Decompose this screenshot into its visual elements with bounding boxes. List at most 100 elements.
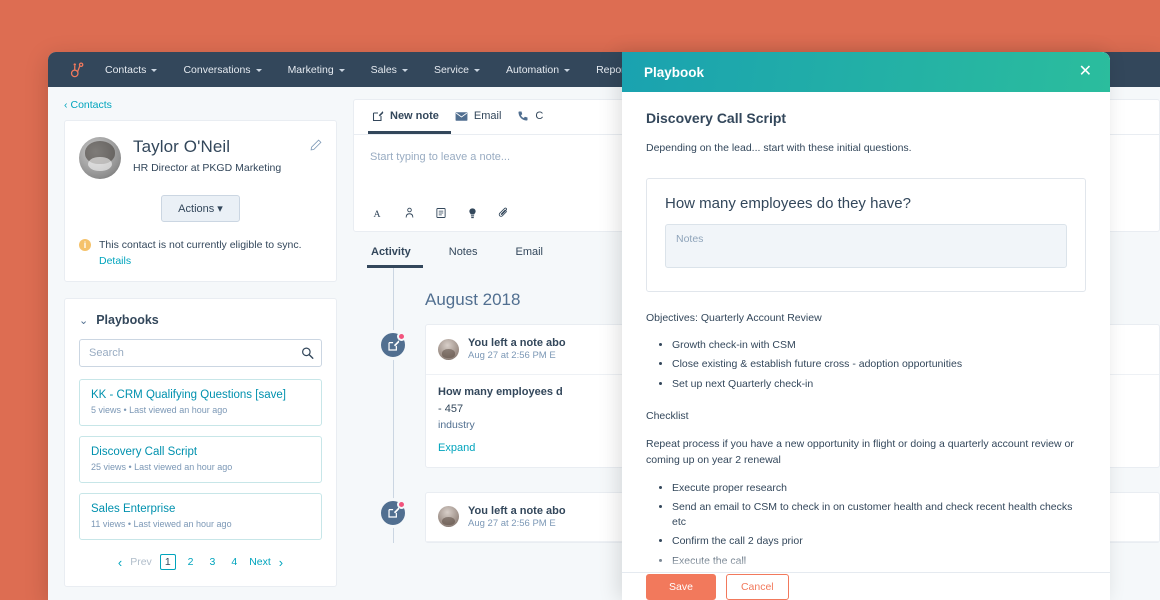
checklist-item: Confirm the call 2 days prior xyxy=(672,534,1086,549)
pagination-next-label[interactable]: Next xyxy=(249,556,271,568)
tab-label: Email xyxy=(515,246,544,258)
search-input[interactable] xyxy=(79,339,322,368)
nav-item-automation[interactable]: Automation xyxy=(493,64,583,76)
pagination-prev-arrow-icon[interactable]: ‹ xyxy=(118,556,122,569)
pagination-prev-label[interactable]: Prev xyxy=(130,556,152,568)
playbook-meta: 5 views • Last viewed an hour ago xyxy=(91,405,228,416)
timeline-entry-time: Aug 27 at 2:56 PM E xyxy=(468,517,556,529)
chevron-down-icon xyxy=(564,69,571,72)
unread-dot xyxy=(397,499,406,509)
contact-role: HR Director at PKGD Marketing xyxy=(133,162,282,174)
checklist-intro: Repeat process if you have a new opportu… xyxy=(646,438,1074,467)
breadcrumb[interactable]: ‹ Contacts xyxy=(64,99,337,111)
checklist-label: Checklist xyxy=(646,409,689,422)
lightbulb-icon[interactable] xyxy=(467,207,478,220)
person-icon[interactable] xyxy=(404,207,415,220)
nav-label: Sales xyxy=(370,63,397,76)
objective-item: Close existing & establish future cross … xyxy=(672,357,1086,372)
checklist-item: Execute the call xyxy=(672,554,1086,569)
search-icon[interactable] xyxy=(301,347,314,360)
svg-text:A: A xyxy=(374,209,381,219)
paperclip-icon[interactable] xyxy=(498,207,510,220)
font-icon[interactable]: A xyxy=(372,207,384,220)
playbook-panel: Playbook ✕ Discovery Call Script Dependi… xyxy=(622,52,1110,600)
nav-label: Marketing xyxy=(287,63,334,76)
playbook-title: KK - CRM Qualifying Questions [save] xyxy=(91,389,286,402)
playbooks-title: Playbooks xyxy=(96,313,159,328)
nav-label: Automation xyxy=(505,63,560,76)
pagination-page-2[interactable]: 2 xyxy=(184,555,198,569)
playbook-panel-content[interactable]: Discovery Call Script Depending on the l… xyxy=(622,92,1110,572)
tab-label: Notes xyxy=(448,246,478,258)
playbook-heading: Discovery Call Script xyxy=(646,110,787,126)
playbook-title: Sales Enterprise xyxy=(91,503,176,516)
close-icon[interactable]: ✕ xyxy=(1079,64,1092,80)
chevron-left-icon: ‹ xyxy=(64,99,68,111)
tab-activity[interactable]: Activity xyxy=(367,240,423,268)
tab-call[interactable]: C xyxy=(513,100,555,134)
playbook-title: Discovery Call Script xyxy=(91,446,198,459)
playbook-list-item[interactable]: Discovery Call Script 25 views • Last vi… xyxy=(79,436,322,484)
contact-card: Taylor O'Neil HR Director at PKGD Market… xyxy=(64,120,337,283)
nav-item-contacts[interactable]: Contacts xyxy=(92,64,170,76)
objective-item: Growth check-in with CSM xyxy=(672,338,1086,353)
document-icon[interactable] xyxy=(435,207,447,220)
cancel-button[interactable]: Cancel xyxy=(725,573,789,600)
playbooks-card: ⌄ Playbooks KK - CRM Qualifying Question… xyxy=(64,298,337,588)
nav-item-marketing[interactable]: Marketing xyxy=(275,64,358,76)
pagination-page-1[interactable]: 1 xyxy=(159,554,176,571)
playbook-panel-title: Playbook xyxy=(644,64,705,80)
info-icon: i xyxy=(79,239,91,251)
tab-new-note[interactable]: New note xyxy=(368,100,451,134)
playbook-meta: 11 views • Last viewed an hour ago xyxy=(91,519,232,530)
objectives-label: Objectives: Quarterly Account Review xyxy=(646,312,822,324)
nav-label: Contacts xyxy=(105,63,147,76)
save-button[interactable]: Save xyxy=(646,573,716,600)
playbook-list-item[interactable]: KK - CRM Qualifying Questions [save] 5 v… xyxy=(79,379,322,427)
tab-notes[interactable]: Notes xyxy=(445,240,490,268)
note-edit-icon xyxy=(378,330,408,360)
tab-email[interactable]: Email xyxy=(512,240,556,268)
tab-label: C xyxy=(535,110,544,122)
edit-pencil-icon[interactable] xyxy=(310,139,322,154)
chevron-down-icon: ⌄ xyxy=(79,314,89,327)
tab-label: Activity xyxy=(371,246,411,258)
tab-label: New note xyxy=(390,110,439,122)
playbook-question-card: How many employees do they have? xyxy=(646,178,1086,292)
note-edit-icon xyxy=(378,497,408,528)
pagination-page-4[interactable]: 4 xyxy=(227,555,241,569)
contact-name: Taylor O'Neil xyxy=(133,137,231,156)
nav-item-conversations[interactable]: Conversations xyxy=(170,64,274,76)
playbook-list-item[interactable]: Sales Enterprise 11 views • Last viewed … xyxy=(79,493,322,541)
contact-header: Taylor O'Neil HR Director at PKGD Market… xyxy=(79,137,322,179)
phone-icon xyxy=(517,110,529,122)
note-edit-icon xyxy=(372,110,384,122)
nav-item-service[interactable]: Service xyxy=(421,64,493,76)
actions-button[interactable]: Actions ▾ xyxy=(161,195,240,222)
timeline-entry-title: You left a note abo xyxy=(468,504,566,517)
sync-notice: i This contact is not currently eligible… xyxy=(79,238,322,267)
hubspot-sprocket-icon[interactable] xyxy=(62,57,92,83)
playbook-panel-footer: Save Cancel xyxy=(622,572,1110,600)
chevron-down-icon xyxy=(401,69,408,72)
nav-item-sales[interactable]: Sales xyxy=(358,64,421,76)
pagination-page-3[interactable]: 3 xyxy=(206,555,220,569)
avatar xyxy=(438,506,459,528)
objective-item: Set up next Quarterly check-in xyxy=(672,377,1086,392)
playbooks-header[interactable]: ⌄ Playbooks xyxy=(79,313,322,327)
playbook-intro: Depending on the lead... start with thes… xyxy=(646,142,912,154)
playbook-panel-header: Playbook ✕ xyxy=(622,52,1110,92)
tab-label: Email xyxy=(473,110,502,122)
playbook-notes-input[interactable] xyxy=(665,224,1067,268)
tab-email[interactable]: Email xyxy=(451,100,514,134)
timeline-entry-title: You left a note abo xyxy=(468,337,566,349)
avatar xyxy=(438,338,459,360)
timeline-entry-time: Aug 27 at 2:56 PM E xyxy=(468,350,556,362)
nav-label: Service xyxy=(433,63,469,76)
sync-details-link[interactable]: Details xyxy=(99,255,302,267)
chevron-down-icon xyxy=(473,69,480,72)
chevron-down-icon xyxy=(255,69,262,72)
pagination-next-arrow-icon[interactable]: › xyxy=(279,556,283,569)
checklist-list: Execute proper research Send an email to… xyxy=(646,481,1086,572)
nav-label: Conversations xyxy=(183,63,251,76)
